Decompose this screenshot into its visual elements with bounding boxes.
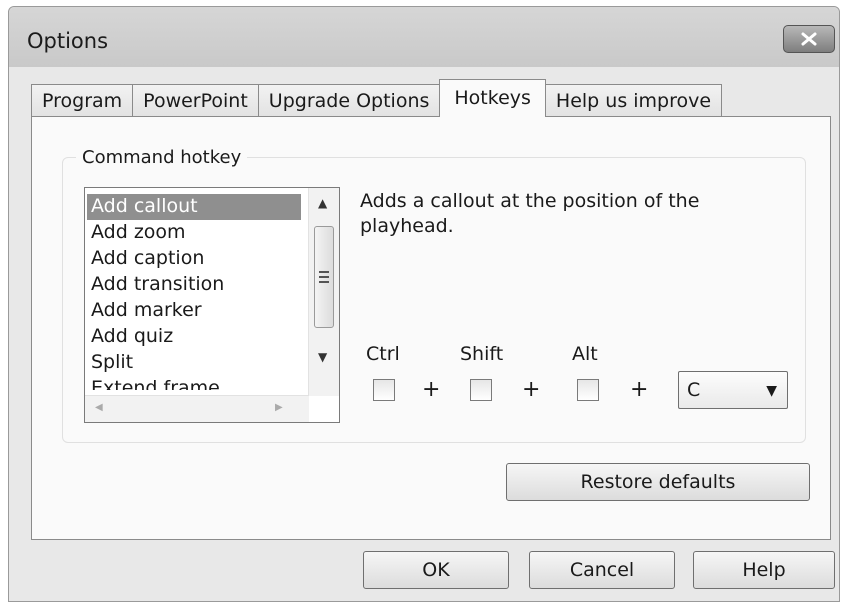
command-list[interactable]: Add callout Add zoom Add caption Add tra… xyxy=(84,187,340,423)
shift-label: Shift xyxy=(460,343,504,365)
options-dialog: Options Program PowerPoint Upgrade Optio… xyxy=(8,6,840,602)
hotkeys-panel: Command hotkey Add callout Add zoom Add … xyxy=(31,116,831,540)
plus-sign: + xyxy=(522,377,541,402)
command-description: Adds a callout at the position of the pl… xyxy=(360,190,700,237)
vertical-scrollbar[interactable]: ▲ ▼ xyxy=(308,188,339,396)
tab-program[interactable]: Program xyxy=(31,84,134,117)
restore-defaults-button[interactable]: Restore defaults xyxy=(506,463,810,501)
key-value: C xyxy=(687,379,701,401)
tab-hotkeys[interactable]: Hotkeys xyxy=(439,79,546,117)
tab-powerpoint[interactable]: PowerPoint xyxy=(132,84,259,117)
chevron-down-icon: ▼ xyxy=(766,383,777,399)
close-icon xyxy=(801,32,817,46)
ctrl-label: Ctrl xyxy=(366,343,400,365)
alt-label: Alt xyxy=(572,343,598,365)
tab-strip: Program PowerPoint Upgrade Options Hotke… xyxy=(31,79,723,117)
grip-line xyxy=(319,276,329,278)
title-bar: Options xyxy=(9,7,839,67)
tab-upgrade-options[interactable]: Upgrade Options xyxy=(257,84,441,117)
list-item[interactable]: Add zoom xyxy=(87,220,301,246)
key-dropdown[interactable]: C ▼ xyxy=(678,371,788,409)
scroll-thumb[interactable] xyxy=(314,226,334,328)
list-item[interactable]: Add callout xyxy=(87,194,301,220)
shift-checkbox[interactable] xyxy=(470,379,492,401)
alt-checkbox[interactable] xyxy=(577,379,599,401)
cancel-button[interactable]: Cancel xyxy=(529,551,675,589)
dialog-title: Options xyxy=(27,29,109,53)
list-item[interactable]: Add caption xyxy=(87,246,301,272)
list-item[interactable]: Add marker xyxy=(87,298,301,324)
chevron-right-icon[interactable]: ▶ xyxy=(275,402,283,413)
command-list-items: Add callout Add zoom Add caption Add tra… xyxy=(87,194,301,390)
horizontal-scrollbar[interactable]: ◀ ▶ xyxy=(85,395,309,422)
chevron-up-icon[interactable]: ▲ xyxy=(318,196,327,210)
plus-sign: + xyxy=(630,377,649,402)
list-item[interactable]: Add quiz xyxy=(87,324,301,350)
grip-line xyxy=(319,271,329,273)
chevron-down-icon[interactable]: ▼ xyxy=(318,350,327,364)
ok-button[interactable]: OK xyxy=(363,551,509,589)
grip-line xyxy=(319,281,329,283)
list-item[interactable]: Extend frame xyxy=(87,376,301,390)
close-button[interactable] xyxy=(783,25,835,53)
list-item[interactable]: Add transition xyxy=(87,272,301,298)
ctrl-checkbox[interactable] xyxy=(373,379,395,401)
chevron-left-icon[interactable]: ◀ xyxy=(95,402,103,413)
help-button[interactable]: Help xyxy=(693,551,835,589)
tab-help-us-improve[interactable]: Help us improve xyxy=(544,84,723,117)
group-label: Command hotkey xyxy=(76,147,248,168)
list-item[interactable]: Split xyxy=(87,350,301,376)
plus-sign: + xyxy=(422,377,441,402)
